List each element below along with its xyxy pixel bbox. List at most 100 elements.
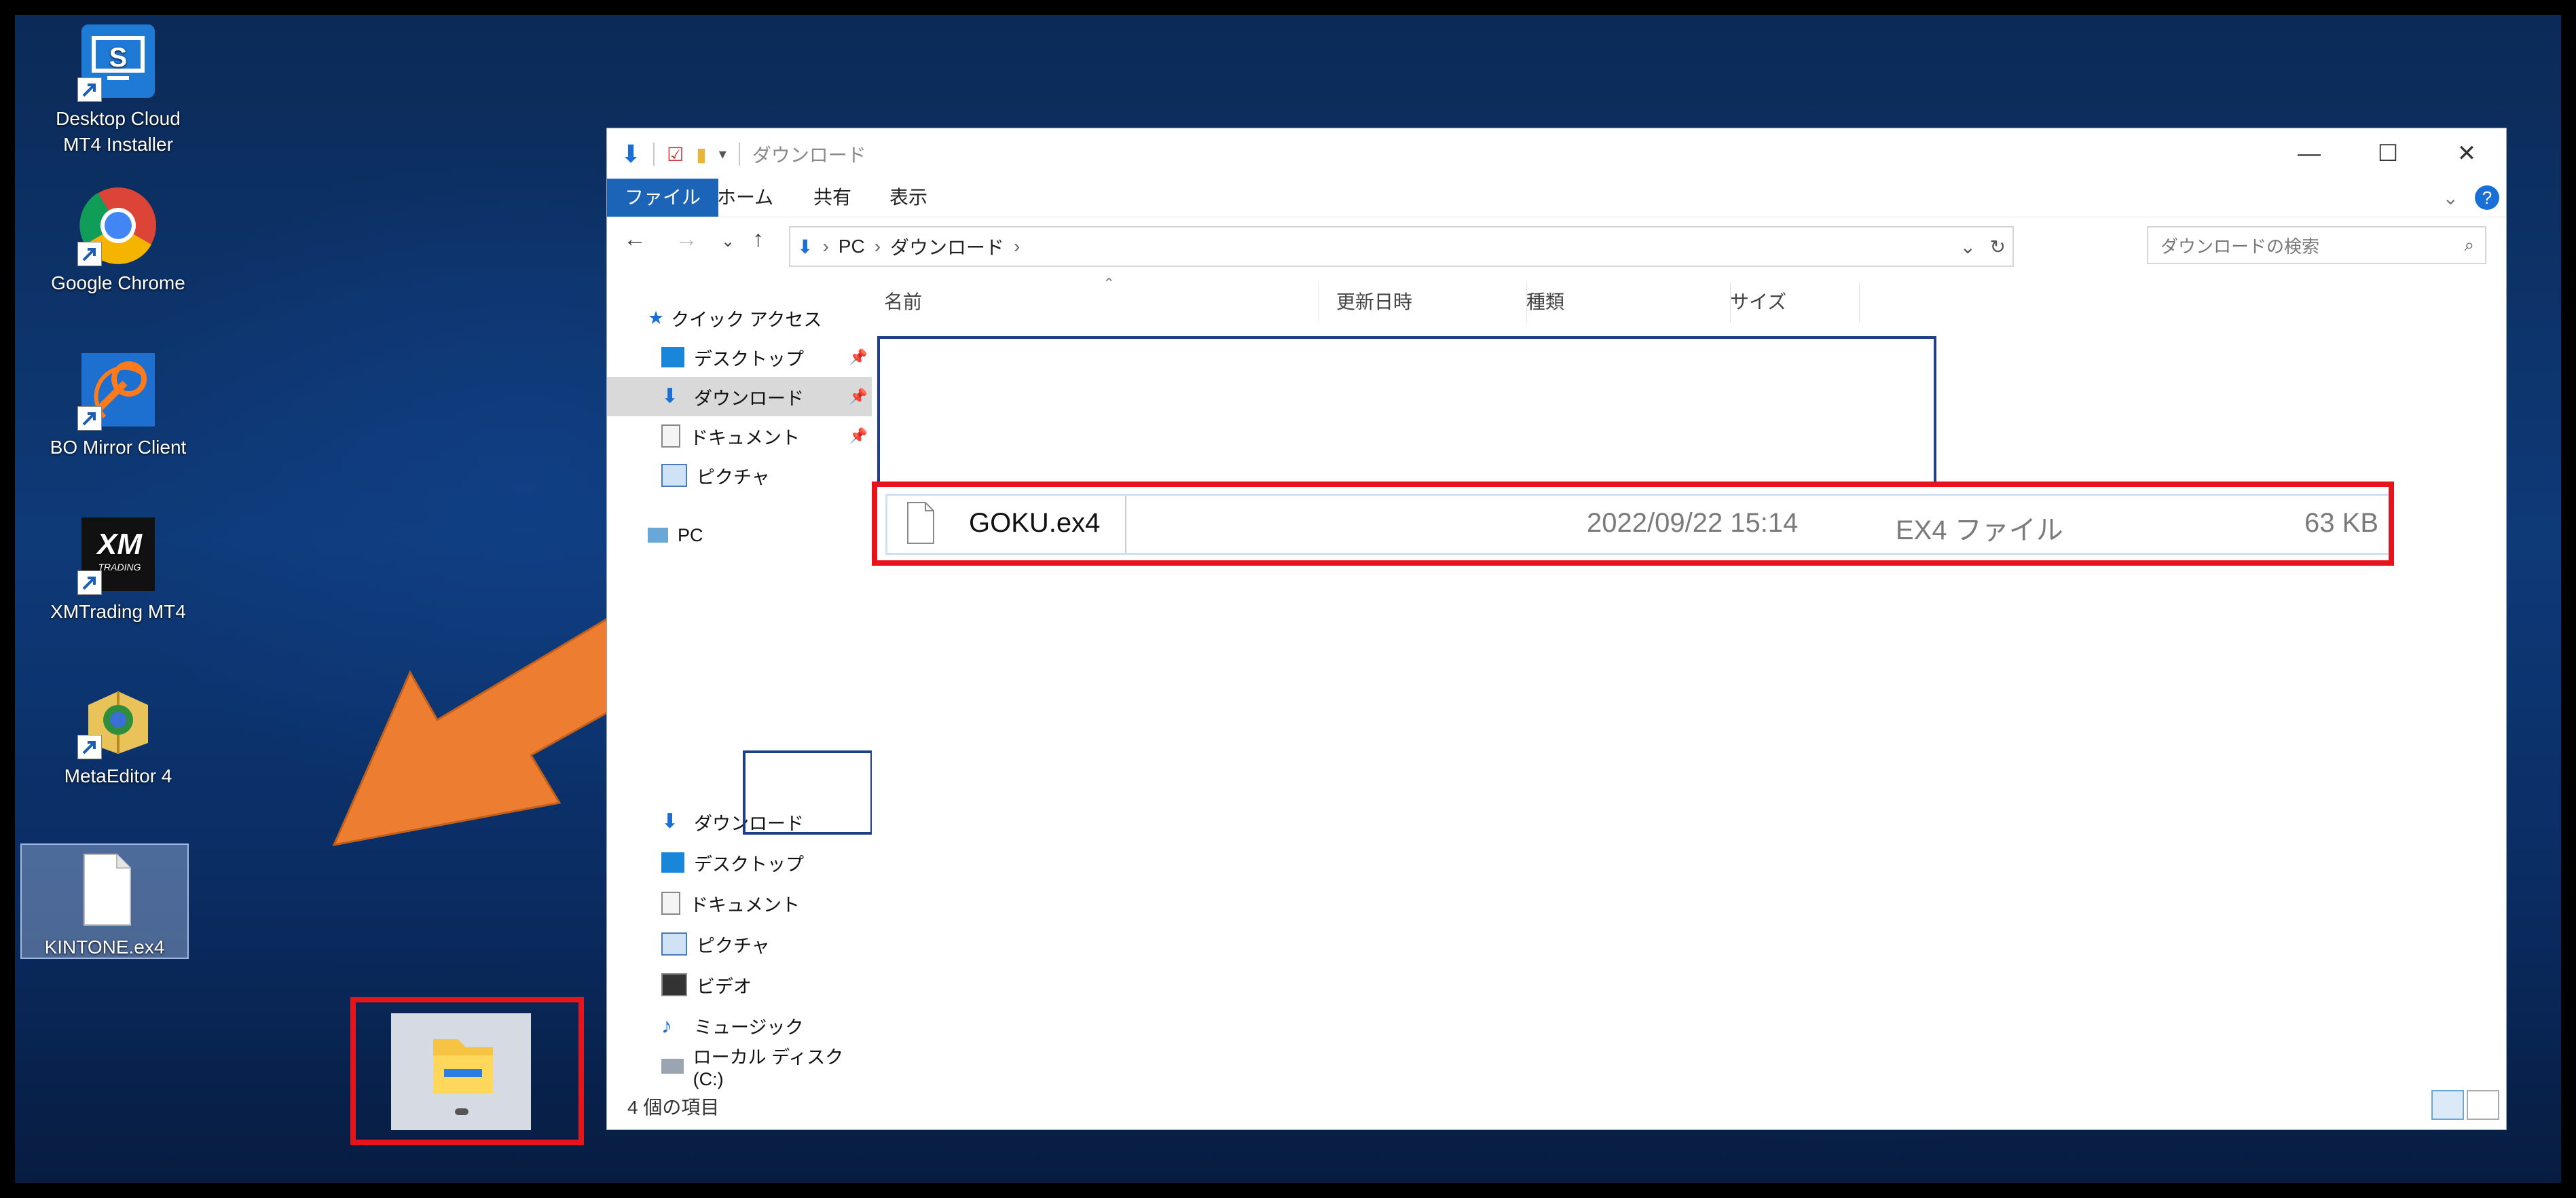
- desktop-icon-label: Desktop Cloud: [56, 108, 181, 129]
- nav-label: デスクトップ: [694, 854, 804, 875]
- nav-item-downloads[interactable]: ⬇ ダウンロード 📌: [607, 377, 872, 416]
- nav-pc-videos[interactable]: ビデオ: [661, 965, 752, 1004]
- search-placeholder: ダウンロードの検索: [2160, 236, 2320, 257]
- tab-share[interactable]: 共有: [796, 179, 869, 217]
- document-icon: [661, 424, 680, 448]
- breadcrumb-downloads[interactable]: ダウンロード: [890, 233, 1004, 260]
- screenshot: S Desktop Cloud MT4 Installer Google Chr…: [0, 0, 2576, 1198]
- cloud-monitor-icon: S: [77, 20, 159, 102]
- download-arrow-icon[interactable]: ⬇: [621, 140, 641, 168]
- drive-icon: [661, 1059, 684, 1074]
- nav-pc[interactable]: PC: [648, 515, 703, 555]
- shortcut-arrow-icon: [77, 570, 102, 595]
- metaeditor-book-icon: [77, 678, 159, 759]
- file-list: ⌃ 名前 更新日時 種類 サイズ GOKU.ex4 2022/09/22 15:…: [872, 275, 2506, 1070]
- desktop: S Desktop Cloud MT4 Installer Google Chr…: [15, 15, 2561, 1183]
- column-header-date[interactable]: 更新日時: [1324, 282, 1527, 323]
- ribbon: ファイル ホーム 共有 表示 ⌄ ?: [607, 179, 2506, 217]
- desktop-icon: [661, 347, 684, 367]
- desktop-icon-label: XMTrading MT4: [50, 601, 186, 622]
- satellite-icon: [77, 349, 159, 431]
- download-folder-icon: ⬇: [797, 236, 813, 257]
- column-header-size[interactable]: サイズ: [1718, 282, 1860, 323]
- pin-icon[interactable]: 📌: [849, 388, 868, 405]
- desktop-icon-desktop-cloud[interactable]: S Desktop Cloud MT4 Installer: [37, 20, 200, 158]
- desktop-icon-label: MT4 Installer: [63, 134, 173, 155]
- shortcut-arrow-icon: [77, 735, 102, 759]
- folder-icon: [433, 1039, 493, 1115]
- xm-logo-icon: XM TRADING: [77, 513, 159, 595]
- download-arrow-icon: ⬇: [661, 385, 679, 407]
- large-icons-view-icon[interactable]: [2467, 1090, 2499, 1120]
- tab-view[interactable]: 表示: [872, 179, 945, 217]
- refresh-icon[interactable]: ↻: [1990, 236, 2006, 258]
- nav-label: クイック アクセス: [671, 309, 822, 330]
- minimize-button[interactable]: —: [2270, 128, 2349, 179]
- search-input[interactable]: ダウンロードの検索 ⌕: [2147, 226, 2486, 264]
- column-header-name[interactable]: 名前: [872, 282, 1319, 323]
- nav-pc-documents[interactable]: ドキュメント: [661, 884, 800, 923]
- address-bar[interactable]: ⬇ › PC › ダウンロード › ⌄ ↻: [789, 226, 2014, 267]
- properties-check-icon[interactable]: ☑: [667, 143, 684, 166]
- chevron-right-icon: ›: [1014, 236, 1020, 257]
- details-view-icon[interactable]: [2431, 1090, 2464, 1120]
- address-dropdown-icon[interactable]: ⌄: [1960, 236, 1976, 258]
- pin-icon[interactable]: 📌: [849, 348, 868, 366]
- desktop-icon-metaeditor[interactable]: MetaEditor 4: [37, 678, 200, 789]
- nav-pc-desktop[interactable]: デスクトップ: [661, 843, 804, 882]
- nav-item-documents[interactable]: ドキュメント 📌: [607, 416, 872, 456]
- back-arrow-icon[interactable]: ←: [623, 226, 646, 253]
- close-button[interactable]: ✕: [2427, 128, 2506, 179]
- nav-label: ドキュメント: [690, 894, 800, 915]
- shortcut-arrow-icon: [77, 77, 102, 102]
- desktop-icon-label: KINTONE.ex4: [44, 937, 165, 958]
- nav-label: デスクトップ: [694, 348, 804, 369]
- desktop-icon-kintone[interactable]: KINTONE.ex4: [20, 843, 189, 959]
- forward-arrow-icon[interactable]: →: [675, 226, 698, 253]
- chevron-right-icon: ›: [822, 236, 829, 257]
- maximize-button[interactable]: ☐: [2349, 128, 2427, 179]
- new-folder-icon[interactable]: ▮: [696, 143, 706, 166]
- navigation-pane: ★ クイック アクセス デスクトップ 📌 ⬇ ダウンロード 📌 ドキュメント 📌…: [607, 275, 873, 1089]
- desktop-icon: [661, 852, 684, 873]
- nav-label: ピクチャ: [697, 467, 770, 488]
- explorer-window: ⬇ ☑ ▮ ▾ ダウンロード — ☐ ✕ ファイル ホーム 共有 表示 ⌄ ? …: [606, 128, 2507, 1130]
- qat-dropdown-icon[interactable]: ▾: [719, 145, 726, 163]
- drag-ghost-frame: [743, 750, 873, 835]
- nav-pc-music[interactable]: ♪ ミュージック: [661, 1006, 803, 1045]
- shortcut-arrow-icon: [77, 242, 102, 266]
- up-arrow-icon[interactable]: ↑: [752, 226, 764, 253]
- svg-text:S: S: [109, 43, 128, 73]
- nav-item-desktop[interactable]: デスクトップ 📌: [607, 338, 872, 377]
- tab-home[interactable]: ホーム: [699, 179, 791, 217]
- chrome-icon: [77, 185, 159, 266]
- status-bar: 4 個の項目: [607, 1079, 2506, 1129]
- music-note-icon: ♪: [661, 1013, 672, 1038]
- column-header-type[interactable]: 種類: [1514, 282, 1731, 323]
- document-icon: [661, 892, 680, 915]
- star-icon: ★: [648, 307, 665, 328]
- breadcrumb-pc[interactable]: PC: [839, 236, 865, 257]
- title-bar: ⬇ ☑ ▮ ▾ ダウンロード — ☐ ✕: [607, 128, 2506, 179]
- nav-pc-pictures[interactable]: ピクチャ: [661, 924, 770, 964]
- nav-item-pictures[interactable]: ピクチャ: [607, 456, 872, 495]
- film-icon: [661, 973, 687, 996]
- taskbar-explorer-button[interactable]: [391, 1013, 531, 1130]
- pin-icon[interactable]: 📌: [849, 427, 868, 445]
- desktop-icon-bo-mirror[interactable]: BO Mirror Client: [37, 349, 200, 460]
- ribbon-expand-icon[interactable]: ⌄: [2443, 187, 2459, 209]
- help-icon[interactable]: ?: [2475, 185, 2499, 210]
- svg-text:TRADING: TRADING: [98, 562, 141, 573]
- recent-dropdown-icon[interactable]: ⌄: [721, 232, 735, 251]
- highlight-frame-file: [872, 482, 2394, 566]
- desktop-icon-xmtrading[interactable]: XM TRADING XMTrading MT4: [37, 513, 200, 625]
- svg-text:XM: XM: [95, 528, 143, 561]
- window-title: ダウンロード: [752, 145, 866, 166]
- nav-label: ピクチャ: [697, 935, 770, 956]
- file-icon: [64, 849, 145, 930]
- download-arrow-icon: ⬇: [661, 810, 679, 833]
- nav-label: ビデオ: [697, 976, 752, 997]
- desktop-icon-chrome[interactable]: Google Chrome: [37, 185, 200, 296]
- desktop-icon-label: BO Mirror Client: [50, 437, 187, 458]
- nav-quick-access[interactable]: ★ クイック アクセス: [648, 298, 822, 338]
